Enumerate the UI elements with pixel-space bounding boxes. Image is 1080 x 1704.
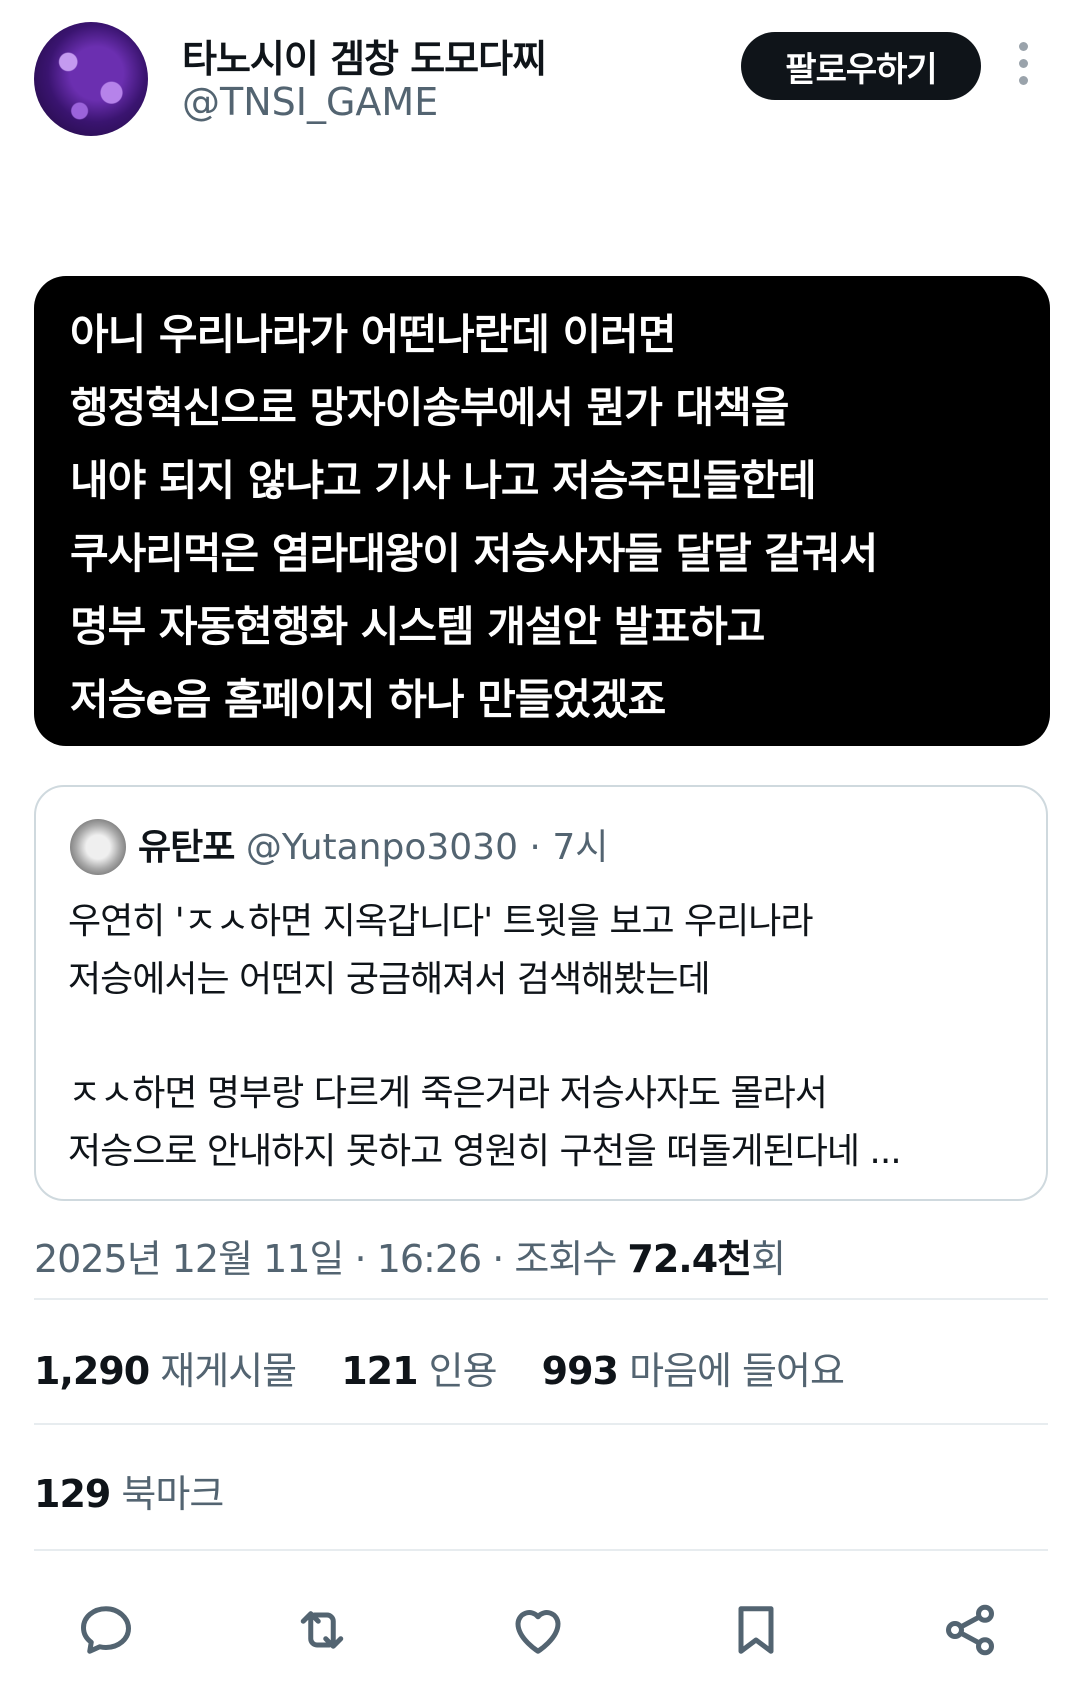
- quoted-header: 유탄포 @Yutanpo3030 · 7시: [138, 818, 608, 870]
- reposts-stat[interactable]: 1,290 재게시물: [34, 1349, 297, 1393]
- bookmarks-label: 북마크: [121, 1472, 224, 1516]
- likes-stat[interactable]: 993 마음에 들어요: [541, 1349, 845, 1393]
- quoted-text-line: 저승으로 안내하지 못하고 영원히 구천을 떠돌게된다네 ...: [68, 1131, 902, 1172]
- image-text-line: 아니 우리나라가 어떤나란데 이러면: [70, 310, 676, 359]
- stats-row: 1,290 재게시물 121 인용 993 마음에 들어요: [34, 1340, 878, 1395]
- repost-icon[interactable]: [292, 1600, 352, 1660]
- quoted-text-line: 저승에서는 어떤지 궁금해져서 검색해봤는데: [68, 959, 711, 1000]
- bookmarks-count: 129: [34, 1472, 111, 1516]
- tweet-date: 2025년 12월 11일 · 16:26 · 조회수: [34, 1237, 628, 1281]
- avatar[interactable]: [34, 22, 148, 136]
- bookmarks-row: 129 북마크: [34, 1463, 257, 1518]
- like-icon[interactable]: [508, 1600, 568, 1660]
- views-suffix: 회: [751, 1237, 786, 1281]
- user-handle[interactable]: @TNSI_GAME: [182, 80, 438, 124]
- reposts-count: 1,290: [34, 1349, 150, 1393]
- likes-label: 마음에 들어요: [629, 1349, 845, 1393]
- bookmark-icon[interactable]: [726, 1600, 786, 1660]
- follow-button[interactable]: 팔로우하기: [741, 32, 981, 100]
- likes-count: 993: [541, 1349, 619, 1393]
- image-text-line: 행정혁신으로 망자이송부에서 뭔가 대책을: [70, 383, 789, 432]
- tweet-timestamp: 2025년 12월 11일 · 16:26 · 조회수 72.4천회: [34, 1228, 786, 1283]
- reply-icon[interactable]: [76, 1600, 136, 1660]
- image-text-line: 쿠사리먹은 염라대왕이 저승사자들 달달 갈궈서: [70, 529, 878, 578]
- divider: [34, 1423, 1048, 1425]
- quoted-text-line: ㅈㅅ하면 명부랑 다르게 죽은거라 저승사자도 몰라서: [68, 1073, 828, 1114]
- quoted-meta: @Yutanpo3030 · 7시: [245, 827, 609, 868]
- image-text-line: 내야 되지 않냐고 기사 나고 저승주민들한테: [70, 456, 817, 505]
- quoted-name: 유탄포: [138, 827, 235, 868]
- image-text-line: 저승e음 홈페이지 하나 만들었겠죠: [70, 675, 666, 724]
- quotes-count: 121: [341, 1349, 418, 1393]
- quoted-text-line: 우연히 'ㅈㅅ하면 지옥갑니다' 트윗을 보고 우리나라: [68, 901, 814, 942]
- bookmarks-stat[interactable]: 129 북마크: [34, 1472, 224, 1516]
- divider: [34, 1549, 1048, 1551]
- display-name[interactable]: 타노시이 겜창 도모다찌: [182, 28, 547, 83]
- quotes-label: 인용: [428, 1349, 498, 1393]
- reposts-label: 재게시물: [160, 1349, 297, 1393]
- divider: [34, 1298, 1048, 1300]
- image-text-line: 명부 자동현행화 시스템 개설안 발표하고: [70, 602, 765, 651]
- quotes-stat[interactable]: 121 인용: [341, 1349, 498, 1393]
- more-options-icon[interactable]: [1016, 42, 1030, 90]
- share-icon[interactable]: [940, 1600, 1000, 1660]
- tweet-image[interactable]: 아니 우리나라가 어떤나란데 이러면 행정혁신으로 망자이송부에서 뭔가 대책을…: [34, 276, 1050, 746]
- quoted-avatar: [70, 819, 126, 875]
- views-count: 72.4천: [627, 1237, 752, 1281]
